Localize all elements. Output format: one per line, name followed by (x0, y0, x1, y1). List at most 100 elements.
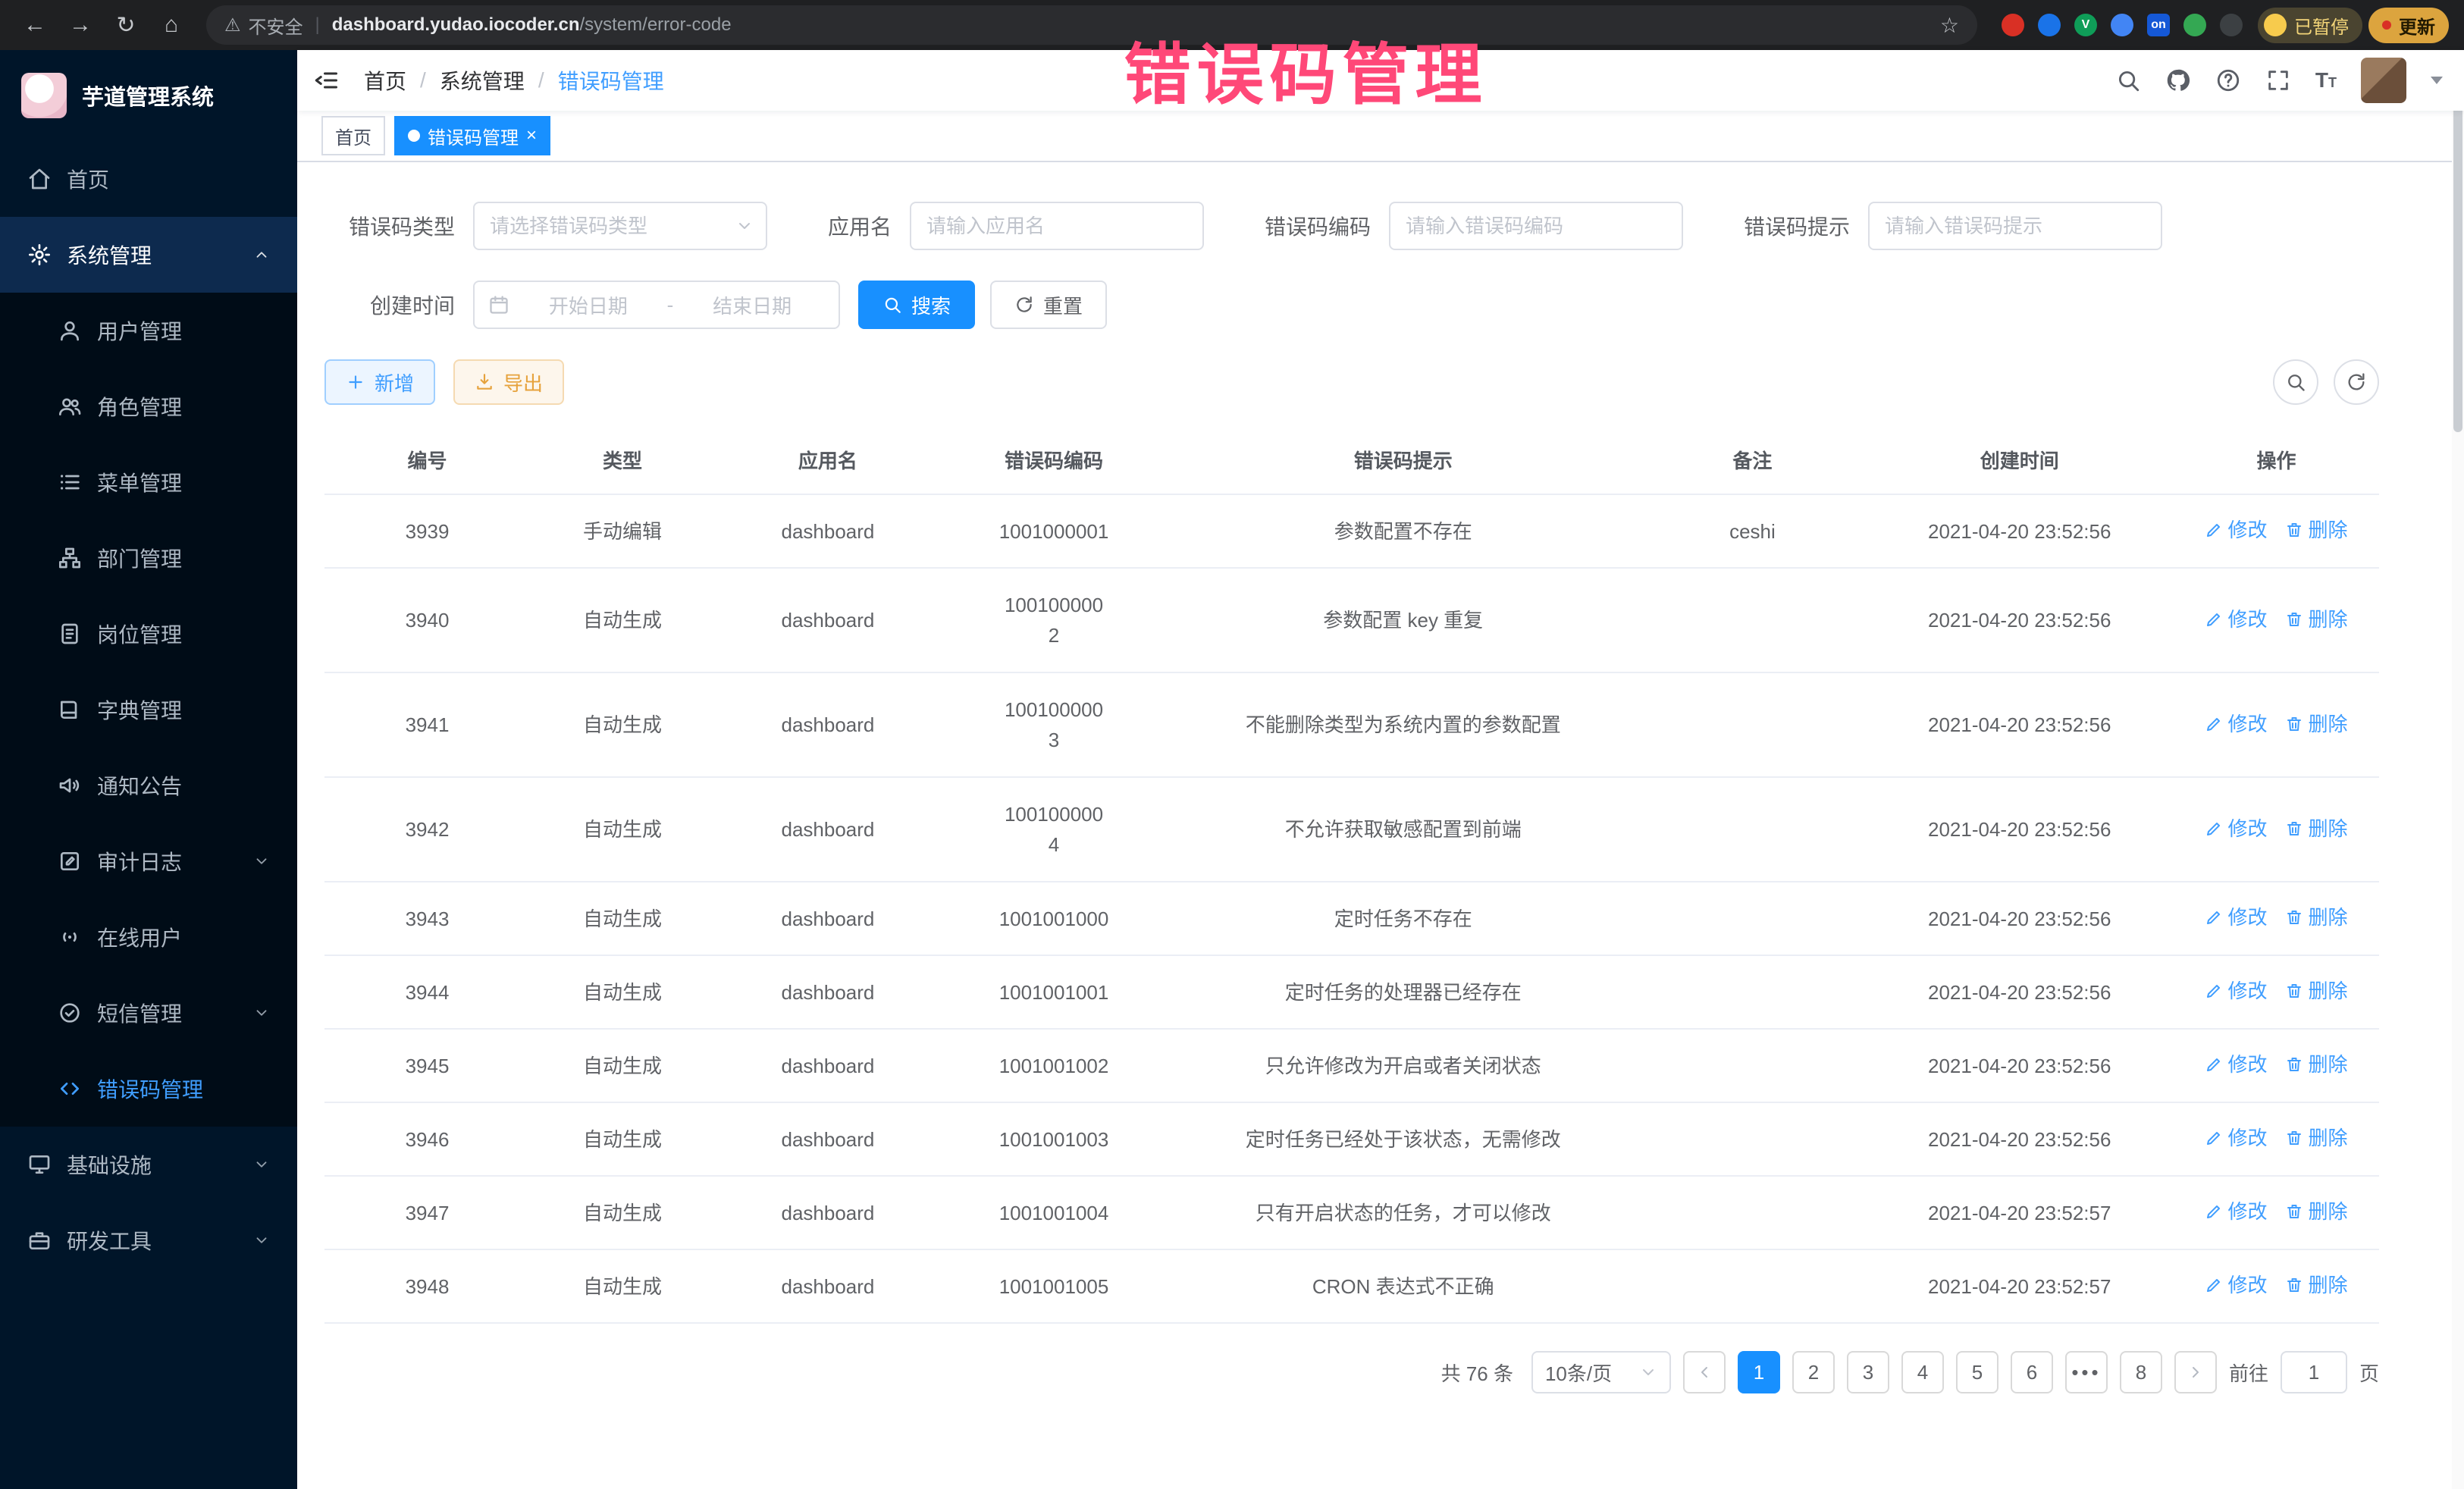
page-button-4[interactable]: 4 (1901, 1351, 1944, 1393)
error-hint-input[interactable] (1868, 202, 2162, 250)
sidebar-item-error-code[interactable]: 错误码管理 (0, 1051, 297, 1127)
bookmark-star-icon[interactable]: ☆ (1940, 13, 1959, 38)
sidebar-item-infrastructure[interactable]: 基础设施 (0, 1127, 297, 1202)
address-bar[interactable]: ⚠ 不安全 | dashboard.yudao.iocoder.cn/syste… (206, 5, 1977, 45)
edit-link[interactable]: 修改 (2205, 904, 2267, 931)
page-button-1[interactable]: 1 (1738, 1351, 1780, 1393)
date-range-picker[interactable]: 开始日期 - 结束日期 (473, 281, 840, 329)
extension-on-badge[interactable]: on (2147, 14, 2170, 36)
fullscreen-icon[interactable] (2265, 67, 2291, 93)
sidebar-item-dictionary[interactable]: 字典管理 (0, 672, 297, 748)
cell-hint: 参数配置 key 重复 (1167, 568, 1639, 672)
cell-id: 3948 (324, 1249, 530, 1323)
profile-chip[interactable]: 已暂停 (2258, 8, 2362, 43)
font-size-icon[interactable]: TT (2315, 68, 2337, 92)
error-type-select[interactable] (473, 202, 767, 250)
search-icon[interactable] (2115, 67, 2141, 93)
prev-page-button[interactable] (1683, 1351, 1726, 1393)
delete-link[interactable]: 删除 (2285, 1271, 2347, 1299)
avatar[interactable] (2361, 58, 2406, 103)
delete-link[interactable]: 删除 (2285, 1124, 2347, 1152)
sidebar-item-online-users[interactable]: 在线用户 (0, 899, 297, 975)
extension-icon[interactable] (2183, 14, 2206, 36)
app-logo[interactable]: 芋道管理系统 (0, 50, 297, 141)
url-text[interactable]: dashboard.yudao.iocoder.cn/system/error-… (332, 14, 732, 36)
page-button-3[interactable]: 3 (1847, 1351, 1889, 1393)
edit-link[interactable]: 修改 (2205, 815, 2267, 842)
search-button[interactable]: 搜索 (858, 281, 975, 329)
tag-home[interactable]: 首页 (321, 116, 385, 155)
page-button-5[interactable]: 5 (1956, 1351, 1998, 1393)
goto-unit: 页 (2359, 1359, 2379, 1387)
home-button[interactable]: ⌂ (152, 5, 191, 45)
security-chip[interactable]: ⚠ 不安全 (224, 12, 303, 39)
edit-link[interactable]: 修改 (2205, 1271, 2267, 1299)
sidebar-item-roles[interactable]: 角色管理 (0, 368, 297, 444)
page-button-8[interactable]: 8 (2120, 1351, 2162, 1393)
edit-link[interactable]: 修改 (2205, 977, 2267, 1005)
delete-link[interactable]: 删除 (2285, 516, 2347, 544)
cell-type: 自动生成 (530, 777, 715, 882)
goto-page-input[interactable] (2281, 1351, 2347, 1393)
breadcrumb-item[interactable]: 首页 (364, 65, 406, 96)
help-icon[interactable] (2215, 67, 2241, 93)
sidebar-item-sms[interactable]: 短信管理 (0, 975, 297, 1051)
end-date-placeholder[interactable]: 结束日期 (679, 291, 825, 319)
edit-link[interactable]: 修改 (2205, 1124, 2267, 1152)
edit-link[interactable]: 修改 (2205, 710, 2267, 738)
reset-button[interactable]: 重置 (990, 281, 1107, 329)
sidebar-item-menus[interactable]: 菜单管理 (0, 444, 297, 520)
breadcrumb-item[interactable]: 系统管理 (440, 65, 525, 96)
app-name-input[interactable] (910, 202, 1204, 250)
extension-icon[interactable] (2111, 14, 2133, 36)
sidebar-item-label: 通知公告 (97, 770, 182, 801)
edit-link[interactable]: 修改 (2205, 516, 2267, 544)
edit-link[interactable]: 修改 (2205, 606, 2267, 633)
sidebar-item-home[interactable]: 首页 (0, 141, 297, 217)
delete-link[interactable]: 删除 (2285, 815, 2347, 842)
sidebar-item-system[interactable]: 系统管理 (0, 217, 297, 293)
sidebar-item-departments[interactable]: 部门管理 (0, 520, 297, 596)
delete-icon (2285, 610, 2303, 629)
back-button[interactable]: ← (15, 5, 55, 45)
toggle-search-button[interactable] (2273, 359, 2318, 405)
page-size-select[interactable]: 10条/页 (1531, 1351, 1671, 1393)
delete-link[interactable]: 删除 (2285, 1051, 2347, 1078)
sidebar-item-notices[interactable]: 通知公告 (0, 748, 297, 823)
delete-link[interactable]: 删除 (2285, 904, 2347, 931)
next-page-button[interactable] (2174, 1351, 2217, 1393)
cell-hint: 只允许修改为开启或者关闭状态 (1167, 1029, 1639, 1102)
extension-icon[interactable] (2002, 14, 2024, 36)
refresh-table-button[interactable] (2334, 359, 2379, 405)
error-type-select-input[interactable] (473, 202, 767, 250)
start-date-placeholder[interactable]: 开始日期 (516, 291, 661, 319)
sidebar-item-audit-log[interactable]: 审计日志 (0, 823, 297, 899)
extension-icon[interactable] (2038, 14, 2061, 36)
delete-link[interactable]: 删除 (2285, 710, 2347, 738)
caret-down-icon[interactable] (2431, 77, 2443, 84)
sidebar-fold-button[interactable] (312, 67, 340, 94)
update-button[interactable]: 更新 (2368, 8, 2449, 43)
reload-button[interactable]: ↻ (106, 5, 146, 45)
delete-link[interactable]: 删除 (2285, 1198, 2347, 1225)
page-button-2[interactable]: 2 (1792, 1351, 1835, 1393)
close-icon[interactable]: × (526, 127, 537, 145)
forward-button[interactable]: → (61, 5, 100, 45)
edit-link[interactable]: 修改 (2205, 1051, 2267, 1078)
export-button[interactable]: 导出 (453, 359, 564, 405)
extension-icon[interactable] (2220, 14, 2243, 36)
page-button-6[interactable]: 6 (2011, 1351, 2053, 1393)
edit-link[interactable]: 修改 (2205, 1198, 2267, 1225)
error-code-input[interactable] (1389, 202, 1683, 250)
tag-error-code-active[interactable]: 错误码管理 × (394, 116, 550, 155)
more-pages-button[interactable]: ••• (2065, 1351, 2108, 1393)
window-scrollbar[interactable] (2452, 50, 2464, 1489)
github-icon[interactable] (2165, 67, 2191, 93)
add-button[interactable]: 新增 (324, 359, 435, 405)
delete-link[interactable]: 删除 (2285, 606, 2347, 633)
sidebar-item-users[interactable]: 用户管理 (0, 293, 297, 368)
delete-link[interactable]: 删除 (2285, 977, 2347, 1005)
sidebar-item-positions[interactable]: 岗位管理 (0, 596, 297, 672)
sidebar-item-devtools[interactable]: 研发工具 (0, 1202, 297, 1278)
vue-devtools-icon[interactable]: V (2074, 14, 2097, 36)
